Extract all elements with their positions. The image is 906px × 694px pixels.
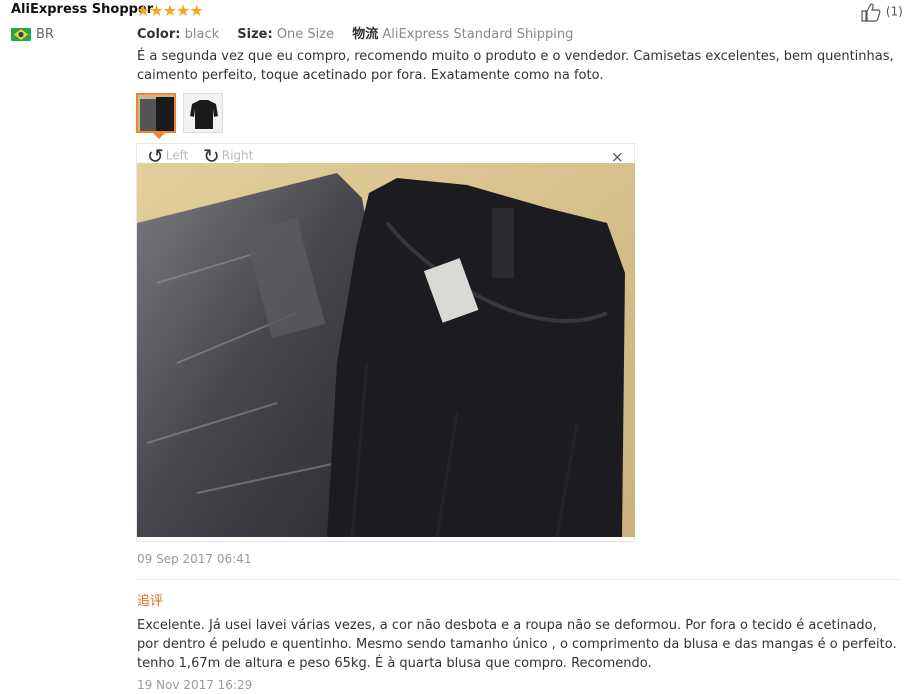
followup-date: 19 Nov 2017 16:29 <box>137 678 253 692</box>
reviewer-country: BR <box>36 27 54 42</box>
thumbs-up-icon <box>861 3 881 22</box>
brazil-flag-icon <box>11 28 31 41</box>
photo-thumbnail-2[interactable] <box>183 93 223 133</box>
rotate-right-label: Right <box>221 148 254 163</box>
size-label: Size: <box>237 27 273 42</box>
color-label: Color: <box>137 27 181 42</box>
product-attributes: Color: black Size: One Size 物流 AliExpres… <box>137 23 587 42</box>
size-value: One Size <box>276 27 335 42</box>
color-value: black <box>184 27 220 42</box>
divider <box>137 579 899 580</box>
reviewer-name: AliExpress Shopper <box>11 2 154 17</box>
thumbnail-pointer <box>153 133 165 139</box>
rotate-left-label: Left <box>165 148 189 163</box>
followup-label: 追评 <box>137 594 164 609</box>
review-photo <box>137 163 635 537</box>
shipping-label: 物流 <box>352 27 379 42</box>
shipping-value: AliExpress Standard Shipping <box>382 27 574 42</box>
rating-stars: ★★★★★ <box>136 1 204 20</box>
followup-text: Excelente. Já usei lavei várias vezes, a… <box>137 618 897 671</box>
like-button[interactable]: (1) <box>860 2 903 22</box>
like-count: (1) <box>885 4 903 19</box>
review-text: É a segunda vez que eu compro, recomendo… <box>137 49 894 83</box>
review-date: 09 Sep 2017 06:41 <box>137 552 252 566</box>
photo-thumbnail-1[interactable] <box>136 93 176 133</box>
